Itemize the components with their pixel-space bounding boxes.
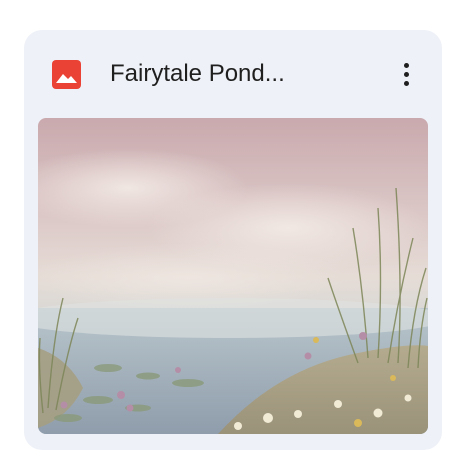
file-card-header: Fairytale Pond... bbox=[24, 30, 442, 116]
image-thumbnail[interactable] bbox=[38, 118, 428, 434]
more-vert-icon[interactable] bbox=[394, 56, 418, 92]
file-card[interactable]: Fairytale Pond... bbox=[24, 30, 442, 450]
file-title[interactable]: Fairytale Pond... bbox=[110, 60, 285, 88]
image-icon bbox=[52, 60, 81, 89]
